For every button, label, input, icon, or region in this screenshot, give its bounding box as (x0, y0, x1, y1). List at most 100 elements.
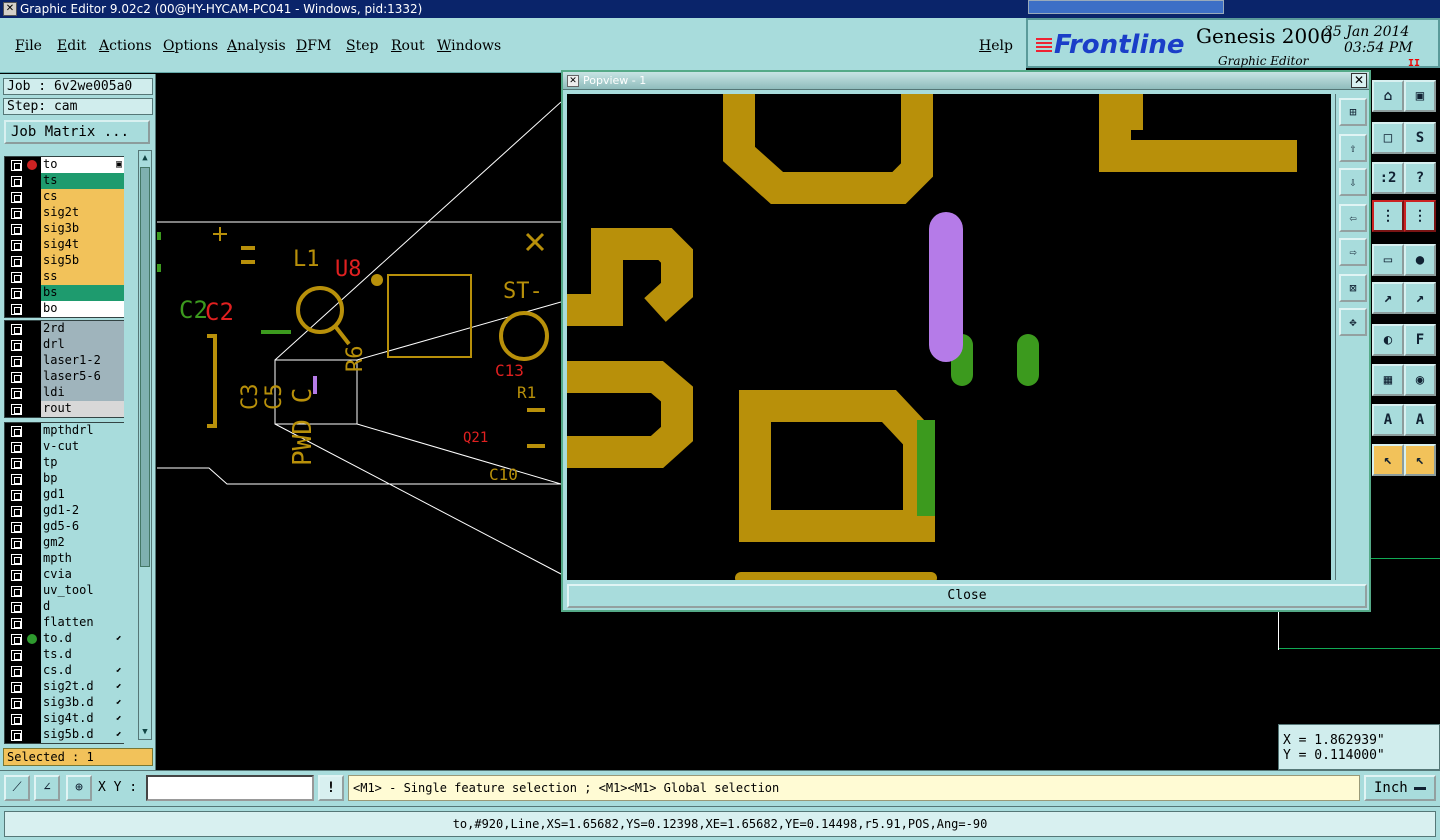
menu-options[interactable]: Options (163, 38, 218, 54)
layer-name[interactable]: gd5-6 (41, 519, 124, 535)
layer-name[interactable]: ts.d (41, 647, 124, 663)
dot-icon[interactable]: ● (1404, 244, 1436, 276)
menu-actions[interactable]: Actions (99, 38, 152, 54)
layer-name[interactable]: gd1-2 (41, 503, 124, 519)
layer-row-cvia[interactable]: cvia (5, 567, 124, 583)
layer-row-d[interactable]: d (5, 599, 124, 615)
layer-name[interactable]: sig5b.d ⬋ (41, 727, 124, 743)
layer-checkbox[interactable] (11, 554, 22, 565)
layer-name[interactable]: rout (41, 401, 124, 417)
layer-row-gd5-6[interactable]: gd5-6 (5, 519, 124, 535)
layer-name[interactable]: bp (41, 471, 124, 487)
layer-name[interactable]: to ▣ (41, 157, 124, 173)
pv-selected-line[interactable] (929, 212, 963, 362)
layer-name[interactable]: cs.d ⬋ (41, 663, 124, 679)
layer-row-v-cut[interactable]: v-cut (5, 439, 124, 455)
layer-row-sig5b-d[interactable]: sig5b.d ⬋ (5, 727, 124, 743)
layer-row-to[interactable]: to ▣ (5, 157, 124, 173)
layer-name[interactable]: drl (41, 337, 124, 353)
layer-row-laser1-2[interactable]: laser1-2 (5, 353, 124, 369)
menu-rout[interactable]: Rout (391, 38, 425, 54)
job-matrix-button[interactable]: Job Matrix ... (4, 120, 150, 144)
layer-name[interactable]: 2rd (41, 321, 124, 337)
layer-name[interactable]: sig4t (41, 237, 124, 253)
menu-dfm[interactable]: DFM (296, 38, 331, 54)
layer-name[interactable]: ss (41, 269, 124, 285)
pv-center-icon[interactable]: ✥ (1339, 308, 1367, 336)
pv-fit-icon[interactable]: ⊠ (1339, 274, 1367, 302)
scroll-up-icon[interactable]: ▲ (139, 151, 151, 165)
layer-name[interactable]: bs (41, 285, 124, 301)
layer-name[interactable]: cvia (41, 567, 124, 583)
pv-pan-down-icon[interactable]: ⇩ (1339, 168, 1367, 196)
angle-mode-icon[interactable]: ∠ (34, 775, 60, 801)
layer-checkbox[interactable] (11, 522, 22, 533)
layer-checkbox[interactable] (11, 682, 22, 693)
layer-checkbox[interactable] (11, 442, 22, 453)
layer-row-flatten[interactable]: flatten (5, 615, 124, 631)
layer-name[interactable]: tp (41, 455, 124, 471)
shapes-icon[interactable]: ◉ (1404, 364, 1436, 396)
menu-edit[interactable]: Edit (57, 38, 86, 54)
layer-checkbox[interactable] (11, 240, 22, 251)
box-icon[interactable]: □ (1372, 122, 1404, 154)
layer-name[interactable]: cs (41, 189, 124, 205)
layer-checkbox[interactable] (11, 192, 22, 203)
layer-row-laser5-6[interactable]: laser5-6 (5, 369, 124, 385)
layer-checkbox[interactable] (11, 666, 22, 677)
layer-row-gd1[interactable]: gd1 (5, 487, 124, 503)
layer-checkbox[interactable] (11, 176, 22, 187)
layer-row-to-d[interactable]: to.d ⬋ (5, 631, 124, 647)
window-icon[interactable]: ▣ (1404, 80, 1436, 112)
layer-row-2rd[interactable]: 2rd (5, 321, 124, 337)
menu-help[interactable]: Help (979, 38, 1013, 54)
layer-row-gm2[interactable]: gm2 (5, 535, 124, 551)
measure-alt-icon[interactable]: ↗ (1404, 282, 1436, 314)
layer-checkbox[interactable] (11, 602, 22, 613)
layer-name[interactable]: v-cut (41, 439, 124, 455)
main-canvas[interactable]: L1 U8 C2 C2 ST- C13 R1 R6 C3 C5 PWD C Q2… (157, 74, 561, 770)
popview-canvas[interactable] (567, 94, 1331, 580)
layer-row-sig5b[interactable]: sig5b (5, 253, 124, 269)
layer-checkbox[interactable] (11, 714, 22, 725)
layer-row-ss[interactable]: ss (5, 269, 124, 285)
layer-checkbox[interactable] (11, 538, 22, 549)
layer-checkbox[interactable] (11, 474, 22, 485)
layer-name[interactable]: sig5b (41, 253, 124, 269)
pv-pan-up-icon[interactable]: ⇧ (1339, 134, 1367, 162)
layer-row-ts-d[interactable]: ts.d (5, 647, 124, 663)
menu-file[interactable]: File (15, 38, 42, 54)
flip-icon[interactable]: F (1404, 324, 1436, 356)
grid-snap-icon[interactable]: ⊕ (66, 775, 92, 801)
layer-row-sig2t[interactable]: sig2t (5, 205, 124, 221)
layer-checkbox[interactable] (11, 356, 22, 367)
snake-icon[interactable]: S (1404, 122, 1436, 154)
pv-pan-right-icon[interactable]: ⇨ (1339, 238, 1367, 266)
layer-row-mpthdrl[interactable]: mpthdrl (5, 423, 124, 439)
line-mode-icon[interactable]: ⟋ (4, 775, 30, 801)
layer-name[interactable]: gm2 (41, 535, 124, 551)
layer-checkbox[interactable] (11, 272, 22, 283)
close-icon[interactable]: ✕ (1351, 73, 1367, 88)
select-pointer-icon[interactable]: ↖ (1372, 444, 1404, 476)
measure-icon[interactable]: ↗ (1372, 282, 1404, 314)
layer-checkbox[interactable] (11, 698, 22, 709)
layer-row-drl[interactable]: drl (5, 337, 124, 353)
layer-checkbox[interactable] (11, 404, 22, 415)
layer-name[interactable]: ldi (41, 385, 124, 401)
layer-checkbox[interactable] (11, 372, 22, 383)
layer-checkbox[interactable] (11, 224, 22, 235)
layer-name[interactable]: uv_tool (41, 583, 124, 599)
layer-row-uv-tool[interactable]: uv_tool (5, 583, 124, 599)
layer-name[interactable]: laser5-6 (41, 369, 124, 385)
layer-name[interactable]: ts (41, 173, 124, 189)
pv-pan-left-icon[interactable]: ⇦ (1339, 204, 1367, 232)
layer-name[interactable]: gd1 (41, 487, 124, 503)
profile-icon[interactable]: A (1372, 404, 1404, 436)
layer-row-sig2t-d[interactable]: sig2t.d ⬋ (5, 679, 124, 695)
layer-checkbox[interactable] (11, 490, 22, 501)
layer-row-bo[interactable]: bo (5, 301, 124, 317)
layer-checkbox[interactable] (11, 586, 22, 597)
layer-checkbox[interactable] (11, 650, 22, 661)
layer-name[interactable]: d (41, 599, 124, 615)
